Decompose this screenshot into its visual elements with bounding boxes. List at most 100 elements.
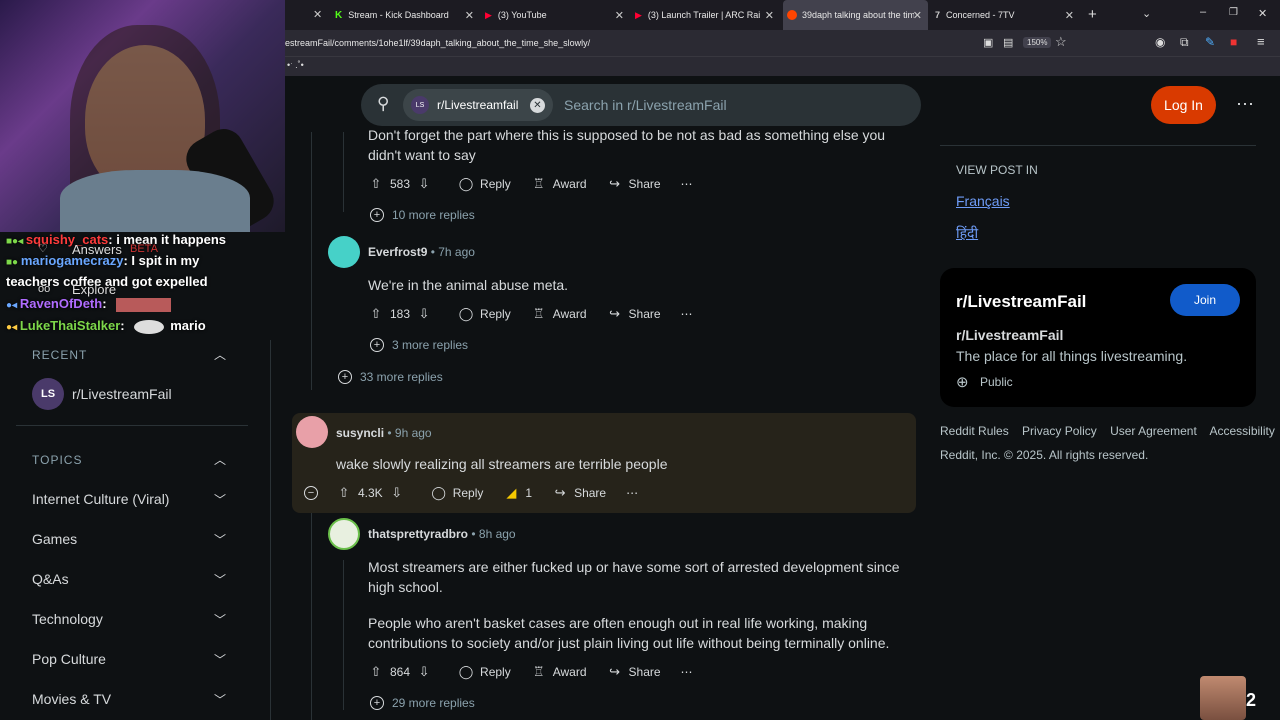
clear-filter-icon[interactable]: ✕: [530, 97, 545, 113]
close-tab-icon[interactable]: ✕: [913, 9, 922, 22]
close-tab-icon[interactable]: ✕: [1065, 9, 1074, 22]
more-replies-link[interactable]: +33 more replies: [338, 370, 443, 384]
upvote-icon[interactable]: ⇧: [368, 306, 384, 322]
share-button[interactable]: ↪ Share: [607, 306, 660, 322]
maximize-icon[interactable]: ❐: [1229, 7, 1238, 18]
community-filter-chip[interactable]: LS r/Livestreamfail ✕: [403, 89, 553, 121]
recent-item-livestreamfail[interactable]: LS r/LivestreamFail: [32, 378, 232, 410]
topic-technology[interactable]: Technology: [32, 611, 103, 627]
tab-kick[interactable]: K Stream - Kick Dashboard ✕: [335, 0, 480, 30]
new-tab-icon[interactable]: +: [1088, 6, 1097, 23]
share-icon: ↪: [609, 306, 620, 321]
upvote-icon[interactable]: ⇧: [368, 176, 384, 192]
tab-youtube[interactable]: ▶ (3) YouTube ✕: [485, 0, 630, 30]
avatar[interactable]: [296, 416, 328, 448]
more-actions-icon[interactable]: ⋯: [681, 177, 693, 191]
avatar[interactable]: [328, 236, 360, 268]
7tv-extension-icon[interactable]: ✎: [1205, 35, 1215, 49]
topic-pop-culture[interactable]: Pop Culture: [32, 651, 106, 667]
footer-link-rules[interactable]: Reddit Rules: [940, 424, 1009, 438]
extensions-icon[interactable]: ⧉: [1180, 35, 1189, 50]
award-icon: ♖: [532, 664, 545, 679]
reply-button[interactable]: ◯ Reply: [458, 176, 511, 192]
reply-button[interactable]: ◯ Reply: [458, 664, 511, 680]
chevron-down-icon[interactable]: ﹀: [214, 691, 226, 708]
close-tab-icon[interactable]: ✕: [615, 9, 624, 22]
topic-internet-culture[interactable]: Internet Culture (Viral): [32, 491, 169, 507]
search-bar[interactable]: ⚲ LS r/Livestreamfail ✕ Search in r/Live…: [361, 84, 921, 126]
bookmark-item[interactable]: •ˑ .˚•: [287, 60, 304, 70]
footer-link-user-agreement[interactable]: User Agreement: [1110, 424, 1197, 438]
close-tab-icon[interactable]: ✕: [765, 9, 774, 22]
language-link-hindi[interactable]: हिंदी: [956, 224, 978, 243]
chevron-down-icon[interactable]: ﹀: [214, 611, 226, 628]
close-window-icon[interactable]: ✕: [1258, 7, 1267, 20]
tab-arc-raiders[interactable]: ▶ (3) Launch Trailer | ARC Raiders ✕: [635, 0, 780, 30]
thread-line: [343, 560, 344, 710]
more-options-icon[interactable]: ⋯: [1236, 94, 1254, 115]
login-button[interactable]: Log In: [1151, 86, 1216, 124]
more-actions-icon[interactable]: ⋯: [626, 486, 638, 500]
reply-button[interactable]: ◯ Reply: [458, 306, 511, 322]
downvote-icon[interactable]: ⇩: [416, 664, 432, 680]
upvote-icon[interactable]: ⇧: [336, 485, 352, 501]
upvote-icon[interactable]: ⇧: [368, 664, 384, 680]
chevron-down-icon[interactable]: ﹀: [214, 531, 226, 548]
comment-author[interactable]: thatsprettyradbro: [368, 527, 468, 541]
more-replies-link[interactable]: +29 more replies: [370, 696, 475, 710]
url-text[interactable]: estreamFail/comments/1ohe1lf/39daph_talk…: [285, 38, 590, 48]
account-icon[interactable]: ◉: [1155, 35, 1165, 49]
comment-author[interactable]: Everfrost9: [368, 245, 427, 259]
close-tab-icon[interactable]: ✕: [313, 8, 322, 21]
chevron-up-icon[interactable]: ︿: [214, 451, 226, 468]
join-button[interactable]: Join: [1170, 284, 1240, 316]
more-actions-icon[interactable]: ⋯: [681, 307, 693, 321]
divider: [16, 425, 248, 426]
topic-qas[interactable]: Q&As: [32, 571, 69, 587]
downvote-icon[interactable]: ⇩: [416, 176, 432, 192]
footer-link-privacy[interactable]: Privacy Policy: [1022, 424, 1097, 438]
bookmark-star-icon[interactable]: ☆: [1055, 34, 1067, 50]
award-button[interactable]: ♖ Award: [531, 306, 587, 322]
share-button[interactable]: ↪ Share: [552, 485, 606, 501]
footer-link-accessibility[interactable]: Accessibility: [1209, 424, 1274, 438]
chevron-up-icon[interactable]: ︿: [214, 346, 226, 363]
chat-badge-icon: ■●: [6, 257, 21, 268]
snoo-avatar[interactable]: [328, 518, 360, 550]
award-button[interactable]: ♖ Award: [531, 176, 587, 192]
reader-view-icon[interactable]: ▣: [983, 36, 993, 49]
language-link-french[interactable]: Français: [956, 193, 1010, 209]
tab-reddit[interactable]: 39daph talking about the time ✕: [783, 0, 928, 30]
tab-label: 39daph talking about the time: [802, 10, 914, 20]
more-replies-link[interactable]: +3 more replies: [370, 338, 468, 352]
more-actions-icon[interactable]: ⋯: [681, 665, 693, 679]
card-title[interactable]: r/LivestreamFail: [956, 292, 1086, 312]
list-tabs-icon[interactable]: ⌄: [1142, 7, 1151, 20]
screenshot-icon[interactable]: ▤: [1003, 36, 1013, 49]
chevron-down-icon[interactable]: ﹀: [214, 651, 226, 668]
address-bar[interactable]: estreamFail/comments/1ohe1lf/39daph_talk…: [285, 30, 1280, 56]
minimize-icon[interactable]: –: [1200, 6, 1206, 18]
topic-games[interactable]: Games: [32, 531, 77, 547]
downvote-icon[interactable]: ⇩: [416, 306, 432, 322]
collapse-thread-icon[interactable]: −: [304, 486, 318, 500]
chevron-down-icon[interactable]: ﹀: [214, 491, 226, 508]
search-input[interactable]: Search in r/LivestreamFail: [564, 97, 727, 113]
tab-7tv[interactable]: 7 Concerned - 7TV ✕: [935, 0, 1080, 30]
share-button[interactable]: ↪ Share: [607, 664, 660, 680]
comment-time: 7h ago: [438, 245, 475, 259]
more-replies-link[interactable]: +10 more replies: [370, 208, 475, 222]
downvote-icon[interactable]: ⇩: [389, 485, 405, 501]
close-tab-icon[interactable]: ✕: [465, 9, 474, 22]
card-description: The place for all things livestreaming.: [956, 348, 1188, 364]
chevron-down-icon[interactable]: ﹀: [214, 571, 226, 588]
award-button[interactable]: ♖ Award: [531, 664, 587, 680]
award-badge[interactable]: ◢ 1: [503, 485, 532, 501]
zoom-level[interactable]: 150%: [1023, 37, 1052, 48]
share-button[interactable]: ↪ Share: [607, 176, 660, 192]
topic-movies-tv[interactable]: Movies & TV: [32, 691, 111, 707]
menu-icon[interactable]: ≡: [1257, 34, 1265, 49]
comment-author[interactable]: susyncli: [336, 426, 384, 440]
reply-button[interactable]: ◯ Reply: [431, 485, 483, 501]
notification-extension-icon[interactable]: ■: [1230, 35, 1237, 49]
